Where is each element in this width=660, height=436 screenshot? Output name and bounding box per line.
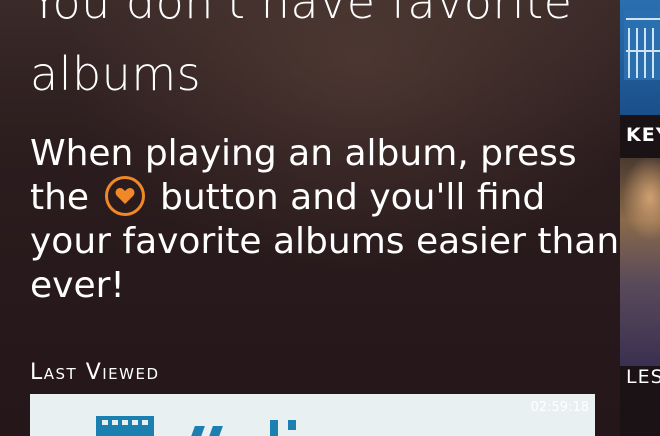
message-line2-end: button and you'll find xyxy=(160,177,546,218)
side-tile-top[interactable] xyxy=(620,0,660,115)
message-line2-start: the xyxy=(30,177,90,218)
message-line3: your favorite albums easier than xyxy=(30,221,620,262)
message-line2: the button and you'll find xyxy=(30,176,545,220)
section-title-last-viewed: Last Viewed xyxy=(30,360,160,385)
empty-heading-line2: albums xyxy=(30,47,202,101)
empty-heading-line1: You don't have favorite xyxy=(30,0,573,29)
heart-icon xyxy=(104,176,145,216)
last-viewed-item[interactable]: 02:59:18 xyxy=(30,394,595,436)
side-tile-bottom[interactable] xyxy=(620,158,660,366)
side-tile-label: LES xyxy=(626,366,660,388)
message-line1: When playing an album, press xyxy=(30,133,577,174)
album-art-icon xyxy=(624,10,660,80)
album-art-icon xyxy=(96,416,296,436)
duration-label: 02:59:18 xyxy=(530,400,589,415)
message-line4: ever! xyxy=(30,265,125,306)
side-tile-label: KEY xyxy=(626,124,660,146)
